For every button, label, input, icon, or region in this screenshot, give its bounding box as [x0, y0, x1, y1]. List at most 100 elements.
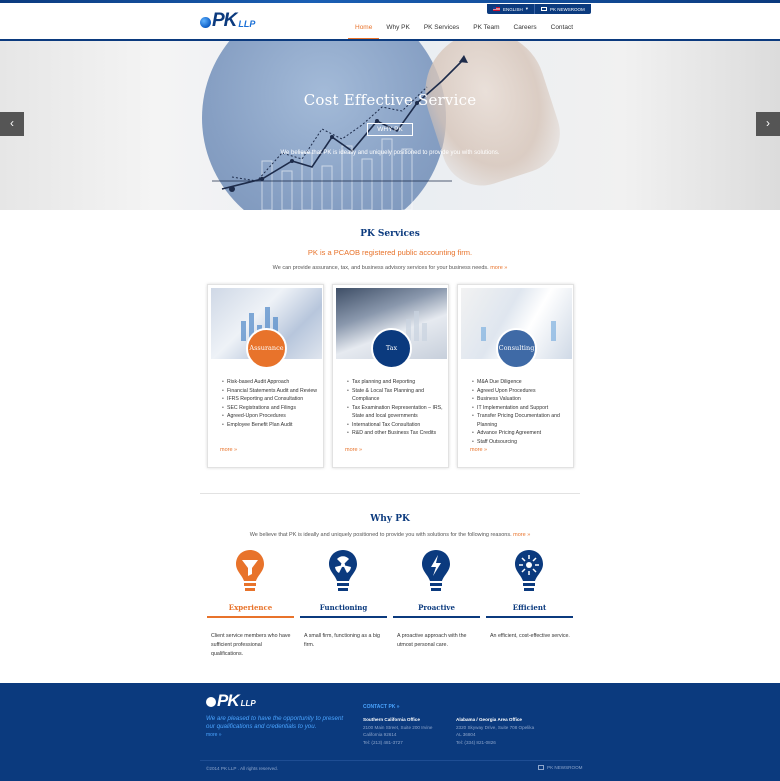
proactive-desc: A proactive approach with the utmost per… [397, 633, 467, 648]
list-item: IT Implementation and Support [472, 404, 568, 413]
slider-next-button[interactable]: › [756, 112, 780, 136]
proactive-underline [393, 616, 480, 618]
office-address: AL 36804 [456, 732, 476, 737]
functioning-underline [300, 616, 387, 618]
assurance-more-link[interactable]: more » [220, 447, 237, 453]
efficient-desc: An efficient, cost-effective service. [490, 633, 570, 639]
list-item: Financial Statements Audit and Review [222, 387, 318, 396]
lightning-bulb-icon [422, 550, 450, 591]
service-card-tax: Tax Tax planning and Reporting State & L… [332, 284, 449, 468]
list-item: Tax planning and Reporting [347, 378, 443, 387]
filter-bulb-icon [236, 550, 264, 591]
services-intro-more-link[interactable]: more » [490, 265, 507, 271]
footer-tagline: We are pleased to have the opportunity t… [206, 715, 344, 730]
footer-logo-suffix: LLP [240, 699, 256, 708]
proactive-label: Proactive [418, 603, 455, 612]
services-intro-text: We can provide assurance, tax, and busin… [272, 265, 489, 271]
hero-subtitle: We believe that PK is ideally and unique… [280, 150, 500, 156]
experience-label: Experience [228, 603, 273, 612]
caret-down-icon: ▾ [525, 6, 529, 11]
chevron-right-icon: › [766, 116, 770, 130]
newsroom-icon [541, 6, 548, 12]
list-item: Agreed-Upon Procedures [222, 412, 318, 421]
utility-bar: ENGLISH ▾ PK NEWSROOM [487, 4, 591, 14]
contact-pk-link[interactable]: CONTACT PK » [363, 704, 400, 710]
service-card-consulting: Consulting M&A Due Diligence Agreed Upon… [457, 284, 574, 468]
logo-suffix: LLP [238, 19, 256, 29]
why-intro: We believe that PK is ideally and unique… [0, 532, 780, 538]
consulting-badge[interactable]: Consulting [496, 328, 537, 369]
language-label: ENGLISH [503, 6, 523, 12]
footer-logo[interactable]: PK LLP [206, 692, 256, 709]
footer-more-link[interactable]: more » [206, 732, 222, 738]
top-accent-bar [0, 0, 780, 3]
language-selector[interactable]: ENGLISH ▾ [487, 4, 534, 14]
list-item: Risk-based Audit Approach [222, 378, 318, 387]
nav-careers[interactable]: Careers [507, 22, 544, 40]
tax-list: Tax planning and Reporting State & Local… [347, 378, 443, 438]
main-nav: Home Why PK PK Services PK Team Careers … [348, 22, 580, 40]
list-item: Advance Pricing Agreement [472, 429, 568, 438]
list-item: Transfer Pricing Documentation and Plann… [472, 412, 568, 429]
list-item: R&D and other Business Tax Credits [347, 429, 443, 438]
list-item: Staff Outsourcing [472, 438, 568, 447]
logo-text: PK [212, 10, 237, 31]
experience-underline [207, 616, 294, 618]
consulting-more-link[interactable]: more » [470, 447, 487, 453]
copyright: ©2014 PK LLP . All rights reserved. [206, 766, 278, 771]
slider-prev-button[interactable]: ‹ [0, 112, 24, 136]
burst-bulb-icon [515, 550, 543, 591]
nav-contact[interactable]: Contact [544, 22, 580, 40]
nav-pk-services[interactable]: PK Services [417, 22, 466, 40]
footer-logo-circle-icon [206, 697, 216, 707]
hero-growth-chart-image [212, 55, 468, 210]
list-item: Agreed Upon Procedures [472, 387, 568, 396]
newsroom-label: PK NEWSROOM [550, 6, 585, 12]
list-item: Employee Benefit Plan Audit [222, 421, 318, 430]
nav-pk-team[interactable]: PK Team [466, 22, 506, 40]
why-intro-more-link[interactable]: more » [513, 532, 530, 538]
hero-slider: Cost Effective Service WHY PK We believe… [0, 41, 780, 210]
services-title: PK Services [360, 229, 420, 239]
footer-newsroom-label: PK NEWSROOM [547, 765, 583, 770]
radiation-bulb-icon [329, 550, 357, 591]
list-item: M&A Due Diligence [472, 378, 568, 387]
office-name: Alabama / Georgia Area Office [456, 717, 522, 722]
us-flag-icon [493, 6, 500, 12]
office-tel: Tel: (213) 481-3727 [363, 739, 403, 745]
office-name: Southern California Office [363, 717, 420, 722]
assurance-badge[interactable]: Assurance [246, 328, 287, 369]
footer-divider [200, 760, 580, 761]
office-socal: Southern California Office 2100 Main Str… [363, 716, 432, 746]
office-address: 2100 Main Street, Suite 200 Irvine [363, 724, 433, 730]
logo-circle-icon [200, 17, 211, 28]
services-tagline: PK is a PCAOB registered public accounti… [307, 248, 473, 257]
why-pk-button[interactable]: WHY PK [367, 123, 413, 136]
newsroom-link[interactable]: PK NEWSROOM [534, 4, 591, 14]
list-item: SEC Registrations and Filings [222, 404, 318, 413]
service-card-assurance: Assurance Risk-based Audit Approach Fina… [207, 284, 324, 468]
efficient-label: Efficient [512, 603, 547, 612]
list-item: Business Valuation [472, 395, 568, 404]
list-item: State & Local Tax Planning and Complianc… [347, 387, 443, 404]
logo[interactable]: PK LLP [200, 11, 255, 30]
why-intro-text: We believe that PK is ideally and unique… [249, 532, 512, 538]
footer-logo-text: PK [217, 691, 240, 710]
office-address: 2320 Skyway Drive, Suite 708 Opelika [456, 724, 535, 730]
footer-newsroom-link[interactable]: PK NEWSROOM [538, 765, 582, 770]
hero-title: Cost Effective Service [303, 91, 477, 109]
assurance-list: Risk-based Audit Approach Financial Stat… [222, 378, 318, 429]
office-address: California 92614 [363, 732, 397, 737]
nav-why-pk[interactable]: Why PK [379, 22, 416, 40]
tax-more-link[interactable]: more » [345, 447, 362, 453]
consulting-list: M&A Due Diligence Agreed Upon Procedures… [472, 378, 568, 446]
functioning-label: Functioning [319, 603, 368, 612]
efficient-underline [486, 616, 573, 618]
chevron-left-icon: ‹ [10, 116, 14, 130]
nav-home[interactable]: Home [348, 22, 380, 40]
office-tel: Tel: (334) 821-0826 [456, 739, 496, 745]
newsroom-icon [538, 765, 544, 770]
footer: PK LLP We are pleased to have the opport… [0, 683, 780, 781]
tax-badge[interactable]: Tax [371, 328, 412, 369]
list-item: IFRS Reporting and Consultation [222, 395, 318, 404]
